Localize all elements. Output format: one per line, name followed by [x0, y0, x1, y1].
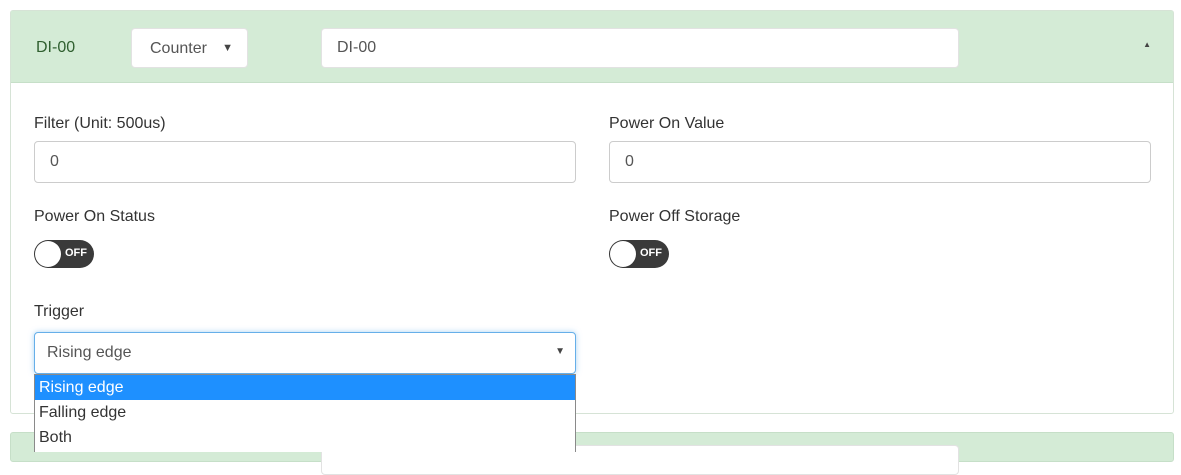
- toggle-state-text: OFF: [640, 247, 662, 259]
- power-on-value-label: Power On Value: [609, 115, 725, 132]
- power-off-storage-label: Power Off Storage: [609, 208, 741, 225]
- mode-select[interactable]: Counter ▼: [131, 28, 248, 68]
- power-on-status-toggle[interactable]: OFF: [34, 240, 94, 268]
- toggle-state-text: OFF: [65, 247, 87, 259]
- trigger-option-rising-edge[interactable]: Rising edge: [35, 375, 575, 400]
- channel-name: DI-00: [36, 39, 76, 56]
- channel-panel-header[interactable]: DI-00 Counter ▼ ▲: [11, 11, 1173, 83]
- mode-select-value: Counter: [150, 40, 207, 57]
- trigger-option-both[interactable]: Both: [35, 425, 575, 450]
- power-on-value-input[interactable]: [609, 141, 1151, 183]
- toggle-knob: [35, 241, 61, 267]
- trigger-select-value: Rising edge: [47, 344, 132, 361]
- toggle-knob: [610, 241, 636, 267]
- filter-label: Filter (Unit: 500us): [34, 115, 166, 132]
- chevron-down-icon: ▼: [222, 42, 233, 54]
- trigger-option-falling-edge[interactable]: Falling edge: [35, 400, 575, 425]
- trigger-select[interactable]: Rising edge ▼: [34, 332, 576, 374]
- power-on-status-label: Power On Status: [34, 208, 155, 225]
- collapse-icon[interactable]: ▲: [1143, 40, 1151, 49]
- trigger-dropdown-list: Rising edge Falling edge Both: [34, 374, 576, 452]
- power-off-storage-toggle[interactable]: OFF: [609, 240, 669, 268]
- filter-input[interactable]: [34, 141, 576, 183]
- trigger-label: Trigger: [34, 303, 85, 320]
- channel-name-input[interactable]: [321, 28, 959, 68]
- chevron-down-icon: ▼: [555, 346, 565, 357]
- channel-panel: DI-00 Counter ▼ ▲ Filter (Unit: 500us) P…: [10, 10, 1174, 414]
